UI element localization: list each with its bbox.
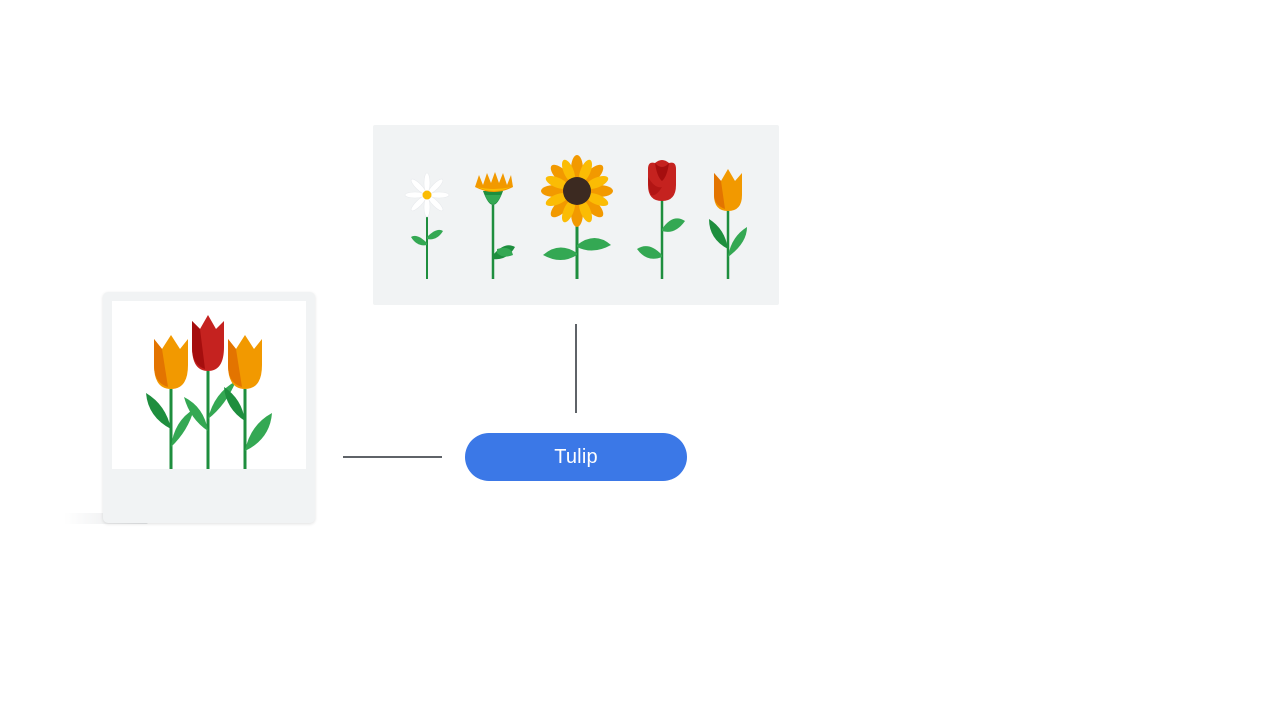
marigold-icon bbox=[475, 172, 515, 279]
input-image bbox=[112, 301, 306, 469]
input-image-card bbox=[103, 292, 315, 523]
diagram-canvas: Tulip bbox=[0, 0, 1280, 720]
flower-classes-panel bbox=[373, 125, 779, 305]
class-label-pill: Tulip bbox=[465, 433, 687, 481]
class-label-text: Tulip bbox=[554, 445, 598, 468]
sunflower-icon bbox=[541, 155, 613, 279]
connector-horizontal bbox=[343, 456, 442, 458]
daisy-icon bbox=[404, 172, 450, 279]
rose-icon bbox=[637, 160, 685, 279]
connector-vertical bbox=[575, 324, 577, 413]
tulip-bouquet-icon bbox=[146, 315, 272, 469]
tulip-icon bbox=[709, 169, 747, 279]
